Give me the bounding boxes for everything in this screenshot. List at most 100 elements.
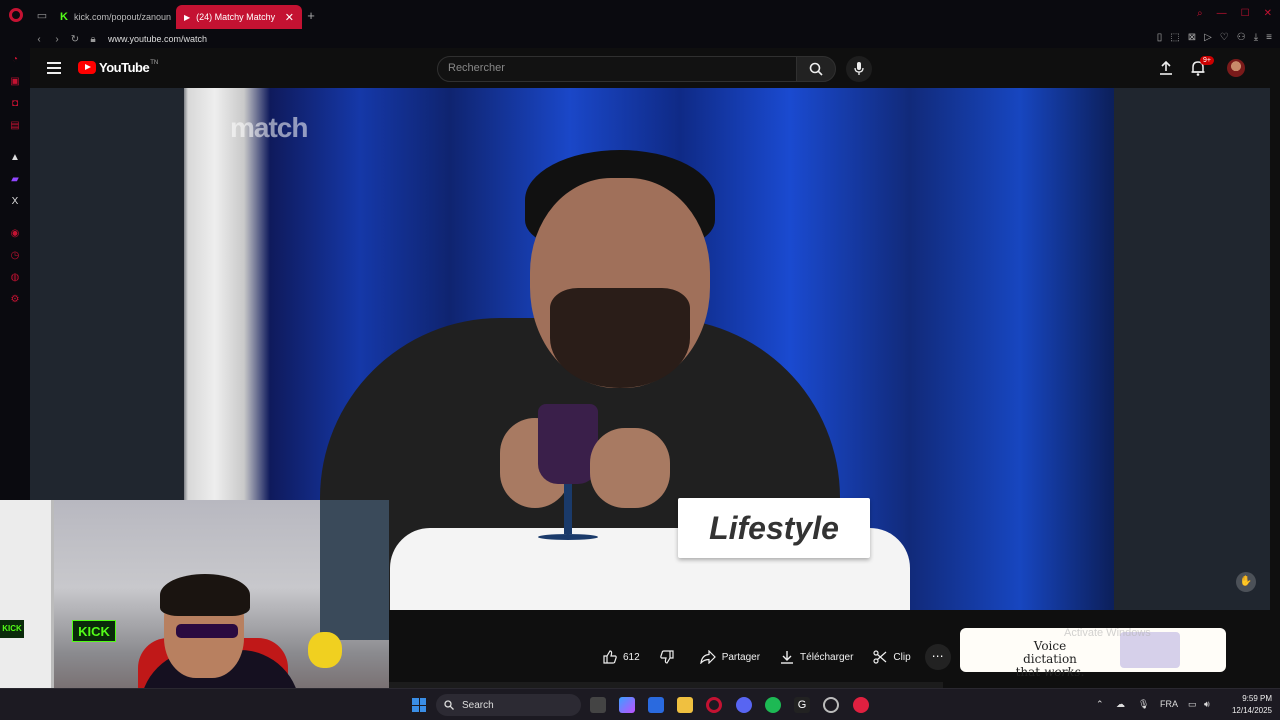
clock-date: 12/14/2025 xyxy=(1231,706,1272,715)
tray-network-icon[interactable]: ▭ xyxy=(1188,699,1197,710)
like-button[interactable]: 612 xyxy=(593,641,650,673)
close-tab-icon[interactable]: ✕ xyxy=(285,11,294,24)
name-card: Lifestyle xyxy=(678,498,870,558)
webcam-kick-sign-small: KICK xyxy=(0,620,24,638)
window-controls: ⌕ — ☐ ✕ xyxy=(1197,8,1272,19)
snapshot-icon[interactable]: ⬚ xyxy=(1170,32,1179,43)
forward-icon[interactable]: › xyxy=(48,34,66,45)
share-button[interactable]: Partager xyxy=(690,641,770,673)
tab-kick[interactable]: K kick.com/popout/zanoun xyxy=(52,5,176,29)
tab-menu-icon[interactable]: ▭ xyxy=(32,0,52,30)
address-bar-tools: ▯ ⬚ ⊠ ▷ ♡ ⚇ ⤓ ≡ xyxy=(1157,32,1272,43)
new-tab-button[interactable]: + xyxy=(302,8,320,23)
maximize-icon[interactable]: ☐ xyxy=(1241,8,1250,19)
windows-start-icon[interactable] xyxy=(412,698,426,712)
back-icon[interactable]: ‹ xyxy=(30,34,48,45)
youtube-wordmark: YouTube xyxy=(99,60,150,75)
upload-icon[interactable] xyxy=(1158,60,1174,76)
tab-label: (24) Matchy Matchy xyxy=(196,12,276,22)
reload-icon[interactable]: ↻ xyxy=(66,34,84,45)
person-beard xyxy=(550,288,690,388)
app-circle-icon[interactable] xyxy=(823,697,839,713)
sidebar-settings-icon[interactable]: ⚙ xyxy=(9,294,21,306)
sidebar-bag-icon[interactable]: ▣ xyxy=(9,76,21,88)
sidebar-player-icon[interactable]: ◉ xyxy=(9,228,21,240)
webcam-shelf xyxy=(320,500,389,640)
app-red-icon[interactable] xyxy=(853,697,869,713)
name-card-label: Lifestyle xyxy=(709,509,839,546)
search-input[interactable] xyxy=(438,57,796,79)
search-button[interactable] xyxy=(796,56,836,82)
task-view-icon[interactable] xyxy=(590,697,606,713)
youtube-logo[interactable]: YouTube TN xyxy=(78,60,158,75)
youtube-icon: ▶ xyxy=(184,12,191,22)
search-box xyxy=(437,56,797,82)
webcam-sunglasses xyxy=(176,624,238,638)
vpn-icon[interactable]: ⊠ xyxy=(1188,32,1196,43)
sidebar-x-icon[interactable]: X xyxy=(9,196,21,208)
streamer-webcam: KICK KICK xyxy=(0,500,389,720)
ad-text: Voice dictation that works. xyxy=(1010,640,1090,679)
taskbar-search[interactable]: Search xyxy=(436,694,581,716)
taskbar-clock[interactable]: 9:59 PM 12/14/2025 xyxy=(1224,693,1272,717)
match-watermark: match xyxy=(230,112,308,143)
search-icon xyxy=(809,62,823,76)
hamburger-menu-icon[interactable] xyxy=(47,62,61,77)
webcam-streamer-hair xyxy=(160,574,250,616)
ad-line-1: Voice dictation xyxy=(1023,639,1077,666)
download-icon[interactable]: ⤓ xyxy=(1254,32,1258,43)
opera-taskbar-icon[interactable] xyxy=(706,697,722,713)
menu-icon[interactable]: ≡ xyxy=(1266,32,1272,43)
sidebar-messenger-icon[interactable]: ◘ xyxy=(9,98,21,110)
glass-base xyxy=(538,534,598,540)
tab-youtube[interactable]: ▶ (24) Matchy Matchy ✕ xyxy=(176,5,302,29)
windows-taskbar: Search G ⌃ ☁ 🎙︎ FRA ▭ 🔊︎ 9:59 PM 12/14/2… xyxy=(0,688,1280,720)
voice-search-button[interactable] xyxy=(846,56,872,82)
youtube-header: YouTube TN 9+ xyxy=(30,48,1280,88)
sidebar-app-icon[interactable]: ▲ xyxy=(9,152,21,164)
app-g-icon[interactable]: G xyxy=(794,697,810,713)
tray-cloud-icon[interactable]: ☁ xyxy=(1116,699,1125,710)
avatar[interactable] xyxy=(1227,59,1245,77)
player-icon[interactable]: ▷ xyxy=(1204,32,1212,43)
heart-icon[interactable]: ♡ xyxy=(1220,32,1229,43)
bookmark-icon[interactable]: ▯ xyxy=(1157,32,1163,43)
sidebar-history-icon[interactable]: ◷ xyxy=(9,250,21,262)
youtube-region: TN xyxy=(150,60,159,66)
dislike-button[interactable] xyxy=(650,641,690,673)
discord-icon[interactable] xyxy=(736,697,752,713)
file-explorer-icon[interactable] xyxy=(677,697,693,713)
browser-tab-bar: ▭ K kick.com/popout/zanoun ▶ (24) Matchy… xyxy=(0,0,1280,30)
minimize-icon[interactable]: — xyxy=(1217,8,1227,19)
sidebar-aria-icon[interactable]: ◔ xyxy=(9,54,21,66)
tray-mic-icon[interactable]: 🎙︎ xyxy=(1138,699,1149,710)
search-tabs-icon[interactable]: ⌕ xyxy=(1197,8,1203,19)
close-window-icon[interactable]: ✕ xyxy=(1264,8,1272,19)
taskbar-search-label: Search xyxy=(462,699,494,711)
notification-badge: 9+ xyxy=(1200,56,1214,65)
clip-label: Clip xyxy=(893,651,911,663)
ad-line-2: that xyxy=(1015,665,1041,679)
opera-logo-icon[interactable] xyxy=(0,0,32,30)
download-label: Télécharger xyxy=(800,651,854,663)
thumbs-down-icon xyxy=(659,650,674,664)
url-field[interactable]: www.youtube.com/watch xyxy=(108,34,207,44)
kick-icon: K xyxy=(60,11,68,23)
clip-button[interactable]: Clip xyxy=(863,641,920,673)
spotify-icon[interactable] xyxy=(765,697,781,713)
clock-time: 9:59 PM xyxy=(1242,694,1272,703)
profile-icon[interactable]: ⚇ xyxy=(1237,32,1246,43)
sidebar-extensions-icon[interactable]: ◍ xyxy=(9,272,21,284)
tab-label: kick.com/popout/zanoun xyxy=(73,12,172,22)
webcam-door xyxy=(0,500,54,720)
download-button[interactable]: Télécharger xyxy=(770,641,863,673)
tray-language[interactable]: FRA xyxy=(1160,699,1178,709)
sidebar-news-icon[interactable]: ▤ xyxy=(9,120,21,132)
copilot-icon[interactable] xyxy=(619,697,635,713)
more-actions-icon[interactable]: ⋯ xyxy=(924,644,951,670)
tray-volume-icon[interactable]: 🔊︎ xyxy=(1204,699,1210,710)
tray-chevron-icon[interactable]: ⌃ xyxy=(1096,699,1104,710)
store-icon[interactable] xyxy=(648,697,664,713)
sidebar-twitch-icon[interactable]: ▰ xyxy=(9,174,21,186)
youtube-play-icon xyxy=(78,61,96,74)
